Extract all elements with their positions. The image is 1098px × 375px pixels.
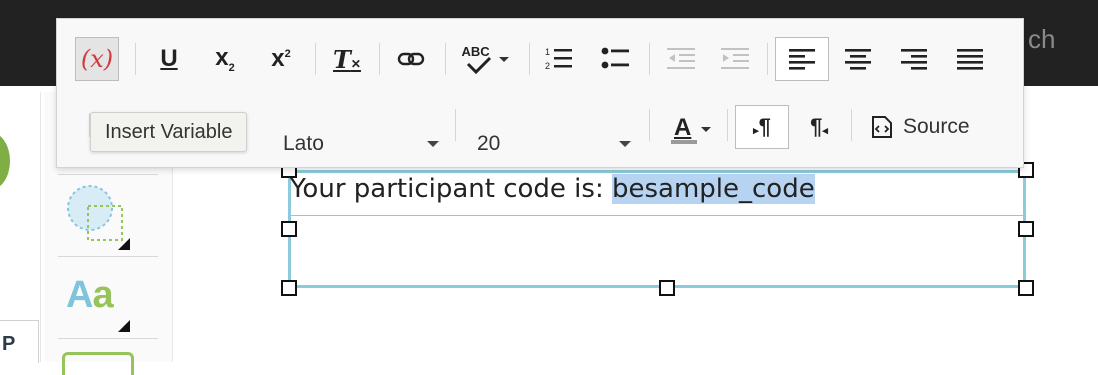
- resize-handle-bottom-right[interactable]: [1018, 280, 1034, 296]
- font-family-value: Lato: [283, 132, 324, 155]
- align-left-icon: [789, 49, 815, 70]
- subscript-icon: x2: [215, 44, 234, 74]
- insert-variable-icon: (x): [80, 45, 114, 73]
- bulleted-list-button[interactable]: [593, 37, 637, 81]
- superscript-mark: 2: [284, 48, 291, 60]
- toolbar-separator: [315, 43, 316, 75]
- insert-variable-tooltip: Insert Variable: [90, 112, 248, 152]
- resize-handle-middle-left[interactable]: [281, 221, 297, 237]
- align-justify-button[interactable]: [945, 37, 995, 81]
- text-direction-rtl-button[interactable]: ¶◂: [795, 105, 843, 149]
- text-color-a: A: [674, 114, 692, 141]
- left-panel-tab-label: P: [2, 333, 16, 355]
- remove-format-icon: T✕: [333, 44, 361, 74]
- text-color-button[interactable]: A: [661, 107, 721, 151]
- align-center-button[interactable]: [833, 37, 883, 81]
- superscript-icon: x2: [271, 45, 290, 73]
- spellcheck-icon: ABC: [462, 44, 496, 74]
- align-justify-icon: [957, 49, 983, 70]
- text-tool-dropdown-icon: [118, 320, 130, 332]
- numbered-list-button[interactable]: 1 2: [537, 37, 581, 81]
- decrease-indent-button[interactable]: [659, 37, 703, 81]
- spellcheck-dropdown-icon: [498, 56, 509, 62]
- source-button[interactable]: Source: [863, 105, 993, 149]
- font-size-value: 20: [477, 132, 501, 155]
- tool-shape[interactable]: [58, 174, 158, 257]
- underline-icon: U: [160, 45, 178, 72]
- text-color-icon: A: [671, 114, 697, 144]
- superscript-button[interactable]: x2: [259, 37, 303, 81]
- rtl-icon: ¶◂: [810, 114, 828, 139]
- variable-token[interactable]: besample_code: [611, 174, 815, 204]
- text-tool-icon: Aa: [66, 274, 114, 316]
- svg-text:2: 2: [545, 61, 550, 71]
- align-right-button[interactable]: [889, 37, 939, 81]
- underline-button[interactable]: U: [147, 37, 191, 81]
- tool-text[interactable]: Aa: [58, 256, 158, 339]
- source-icon: [872, 116, 892, 138]
- resize-handle-middle-right[interactable]: [1018, 221, 1034, 237]
- bulleted-list-icon: [601, 47, 629, 69]
- toolbar-separator: [135, 43, 136, 75]
- link-icon: [397, 52, 425, 66]
- superscript-x: x: [271, 45, 285, 72]
- text-box-content[interactable]: Your participant code is: besample_code: [290, 174, 815, 204]
- insert-variable-button[interactable]: (x): [75, 37, 119, 81]
- remove-format-button[interactable]: T✕: [325, 37, 369, 81]
- subscript-button[interactable]: x2: [203, 37, 247, 81]
- ltr-pilcrow: ¶: [758, 114, 771, 139]
- top-bar-partial-text: ch: [1028, 24, 1056, 54]
- increase-indent-icon: [721, 48, 749, 69]
- decrease-indent-icon: [667, 48, 695, 69]
- remove-format-t: T: [333, 44, 351, 74]
- toolbar-separator: [445, 43, 446, 75]
- source-label: Source: [903, 115, 970, 138]
- font-size-select[interactable]: 20: [477, 125, 631, 163]
- numbered-list-icon: 1 2: [545, 47, 572, 71]
- text-prefix: Your participant code is:: [290, 174, 612, 204]
- font-size-dropdown-icon: [619, 141, 631, 147]
- svg-text:1: 1: [545, 47, 550, 57]
- text-box-inner-line: [291, 215, 1023, 216]
- increase-indent-button[interactable]: [713, 37, 757, 81]
- green-box-tool-icon[interactable]: [62, 352, 134, 375]
- shape-tool-icon: [67, 185, 123, 241]
- green-circle-shape: [0, 132, 10, 190]
- toolbar-separator: [851, 109, 852, 141]
- resize-handle-bottom-center[interactable]: [659, 280, 675, 296]
- spellcheck-button[interactable]: ABC: [455, 37, 515, 81]
- toolbar-separator: [649, 43, 650, 75]
- align-center-icon: [845, 49, 871, 70]
- text-color-dropdown-icon: [701, 126, 711, 132]
- toolbar-separator: [455, 109, 456, 141]
- font-family-select[interactable]: Lato: [283, 125, 439, 163]
- toolbar-separator: [727, 109, 728, 141]
- align-left-button[interactable]: [775, 37, 829, 81]
- rtl-pilcrow: ¶: [810, 114, 823, 139]
- toolbar-separator: [379, 43, 380, 75]
- text-color-swatch: [671, 140, 697, 144]
- ltr-icon: ▸¶: [753, 114, 771, 139]
- resize-handle-bottom-left[interactable]: [281, 280, 297, 296]
- toolbar-separator: [649, 109, 650, 141]
- toolbar-separator: [767, 43, 768, 75]
- shape-tool-dropdown-icon: [118, 238, 130, 250]
- font-family-dropdown-icon: [427, 141, 439, 147]
- link-button[interactable]: [389, 37, 433, 81]
- left-panel-tab[interactable]: P: [0, 320, 39, 363]
- subscript-x: x: [215, 44, 229, 72]
- align-right-icon: [901, 49, 927, 70]
- text-direction-ltr-button[interactable]: ▸¶: [735, 105, 789, 149]
- subscript-mark: 2: [228, 61, 235, 74]
- toolbar-separator: [529, 43, 530, 75]
